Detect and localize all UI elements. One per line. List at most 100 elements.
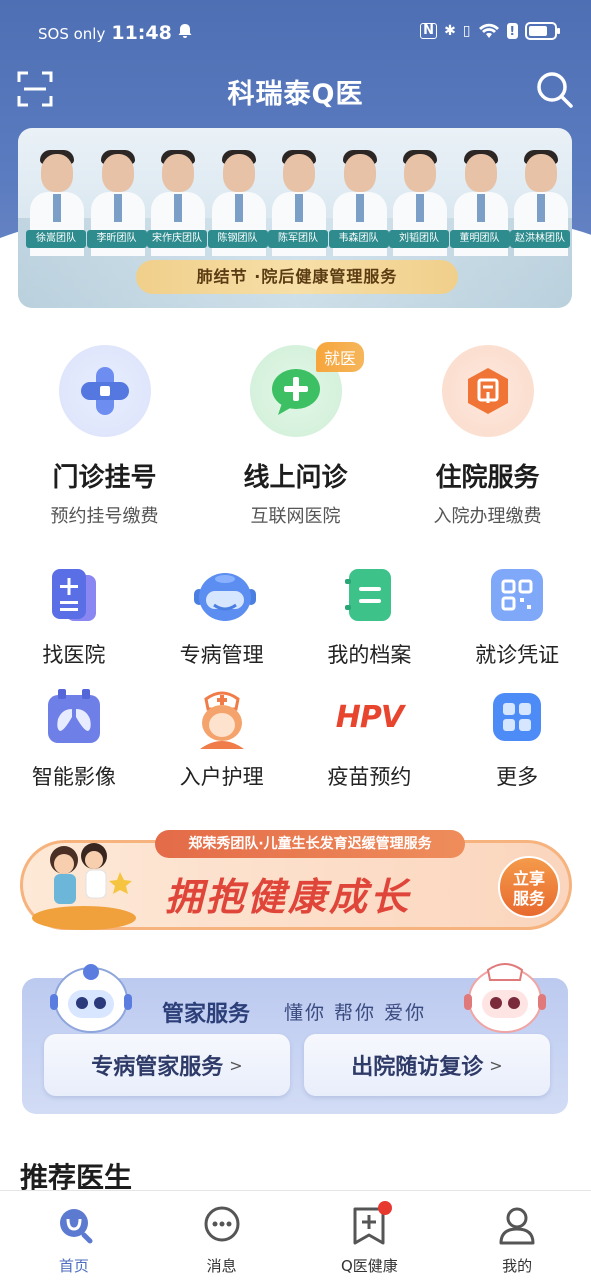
- promo-button-line1: 立享: [512, 869, 545, 888]
- promo-enjoy-button[interactable]: 立享 服务: [498, 856, 560, 918]
- grid-item-my-archive[interactable]: 我的档案: [296, 565, 444, 687]
- service-title: 门诊挂号: [52, 463, 157, 493]
- nav-profile[interactable]: 我的: [443, 1191, 591, 1280]
- online-badge: 就医: [316, 342, 365, 372]
- doctor-figure: 董明团队: [449, 146, 510, 256]
- nav-q-health[interactable]: Q医健康: [296, 1191, 444, 1280]
- hpv-icon: HPV: [336, 687, 404, 747]
- nfc-icon: N: [420, 23, 438, 39]
- team-tag: 宋作庆团队: [147, 230, 207, 248]
- team-tag: 陈军团队: [268, 230, 328, 248]
- service-title: 线上问诊: [243, 463, 348, 493]
- alert-icon: !: [506, 23, 518, 39]
- cross-icon: [58, 345, 151, 437]
- hero-banner[interactable]: 徐嵩团队 李昕团队 宋作庆团队 陈钢团队 陈军团队 韦森团队 刘韬团队 董明团队 赵洪林团队 肺…: [18, 128, 572, 308]
- service-subtitle: 预约挂号缴费: [50, 506, 159, 527]
- service-title: 住院服务: [435, 463, 540, 493]
- discharge-followup-button[interactable]: 出院随访复诊 >: [304, 1034, 550, 1096]
- search-icon[interactable]: [535, 70, 575, 110]
- promo-button-line2: 服务: [512, 889, 545, 908]
- hospital-doc-icon: [441, 345, 534, 437]
- nurse-icon: [192, 687, 252, 749]
- service-online-consultation[interactable]: 线上问诊 互联网医院: [197, 345, 394, 528]
- service-inpatient[interactable]: 住院服务 入院办理缴费: [389, 345, 586, 528]
- doctor-figure: 徐嵩团队: [26, 146, 86, 256]
- battery-icon: [525, 22, 560, 40]
- grid-label: 智能影像: [31, 765, 116, 789]
- doctor-figure: 陈军团队: [268, 146, 328, 256]
- home-stethoscope-icon: [59, 1209, 93, 1244]
- robot-headset-icon: [192, 565, 256, 625]
- doctor-figure: 韦森团队: [328, 146, 389, 256]
- nav-messages[interactable]: 消息: [148, 1191, 296, 1280]
- doctor-team-row: 徐嵩团队 李昕团队 宋作庆团队 陈钢团队 陈军团队 韦森团队 刘韬团队 董明团队 赵洪林团队: [26, 146, 570, 256]
- promo-topbar: 郑荣秀团队·儿童生长发育迟缓管理服务: [155, 830, 465, 858]
- kids-illustration: [32, 843, 136, 930]
- button-label: 专病管家服务: [91, 1055, 224, 1080]
- nav-label: Q医健康: [340, 1257, 398, 1275]
- app-title: 科瑞泰Q医: [227, 79, 364, 110]
- doctor-figure: 赵洪林团队: [510, 146, 570, 256]
- bottom-nav: 首页 消息 Q医健康 我的: [0, 1190, 591, 1280]
- banner-pill: 肺结节 ·院后健康管理服务: [136, 260, 458, 294]
- grid-item-smart-imaging[interactable]: 智能影像: [0, 687, 148, 809]
- status-bar: SOS only 11:48 N ✱ ▯ !: [0, 0, 591, 64]
- service-grid: 找医院 专病管理 我的档案 就诊凭证 智能影像 入户护理 HPV 疫苗预约 更多: [0, 565, 591, 809]
- disease-steward-button[interactable]: 专病管家服务 >: [44, 1034, 290, 1096]
- grid-label: 更多: [496, 765, 539, 789]
- promo-banner[interactable]: 郑荣秀团队·儿童生长发育迟缓管理服务 拥抱健康成长 立享 服务: [20, 826, 572, 932]
- nav-label: 我的: [502, 1257, 533, 1275]
- chevron-right-icon: >: [489, 1055, 503, 1075]
- bell-icon: [178, 24, 192, 38]
- team-tag: 李昕团队: [86, 230, 147, 248]
- doctor-figure: 宋作庆团队: [147, 146, 207, 256]
- team-tag: 陈钢团队: [207, 230, 268, 248]
- chevron-right-icon: >: [229, 1055, 243, 1075]
- team-tag: 刘韬团队: [389, 230, 449, 248]
- robot-mascot-blue: [50, 964, 132, 1033]
- button-label: 出院随访复诊: [351, 1055, 484, 1080]
- robot-mascot-pink: [464, 963, 546, 1033]
- service-outpatient-registration[interactable]: 门诊挂号 预约挂号缴费: [6, 345, 203, 528]
- app-header: 科瑞泰Q医: [0, 64, 591, 116]
- grid-item-visit-voucher[interactable]: 就诊凭证: [443, 565, 591, 687]
- grid-item-more[interactable]: 更多: [443, 687, 591, 809]
- grid-item-vaccine-booking[interactable]: HPV 疫苗预约: [296, 687, 444, 809]
- profile-icon: [499, 1207, 535, 1245]
- grid-label: 我的档案: [327, 643, 412, 667]
- hospital-list-icon: [44, 565, 104, 625]
- grid-label: 专病管理: [179, 643, 264, 667]
- doctor-figure: 李昕团队: [86, 146, 147, 256]
- hpv-text: HPV: [335, 699, 404, 735]
- grid-label: 疫苗预约: [327, 765, 412, 789]
- vibrate-icon: ▯: [462, 23, 471, 39]
- doctor-figure: 陈钢团队: [207, 146, 268, 256]
- qr-card-icon: [487, 565, 547, 625]
- wifi-icon: [478, 23, 499, 38]
- message-icon: [204, 1206, 240, 1242]
- grid-label: 入户护理: [179, 765, 264, 789]
- lungs-icon: [44, 687, 104, 747]
- steward-title: 管家服务: [162, 1002, 251, 1027]
- doctor-figure: 刘韬团队: [389, 146, 449, 256]
- grid-more-icon: [487, 687, 547, 747]
- steward-slogan: 懂你 帮你 爱你: [284, 1002, 427, 1024]
- team-tag: 韦森团队: [328, 230, 389, 248]
- grid-item-home-nursing[interactable]: 入户护理: [148, 687, 296, 809]
- nav-home[interactable]: 首页: [0, 1191, 148, 1280]
- grid-label: 就诊凭证: [475, 643, 560, 667]
- nav-label: 首页: [58, 1257, 89, 1275]
- team-tag: 徐嵩团队: [26, 230, 86, 248]
- steward-service-card: 管家服务 懂你 帮你 爱你 专病管家服务 > 出院随访复诊 >: [22, 963, 568, 1114]
- service-subtitle: 入院办理缴费: [433, 506, 542, 527]
- clock: 11:48: [111, 22, 172, 44]
- notification-dot: [377, 1201, 392, 1215]
- grid-item-find-hospital[interactable]: 找医院: [0, 565, 148, 687]
- service-subtitle: 互联网医院: [250, 506, 341, 527]
- carrier-label: SOS only: [38, 25, 106, 43]
- primary-services: 门诊挂号 预约挂号缴费 线上问诊 互联网医院 住院服务 入院办理缴费: [0, 345, 591, 535]
- bluetooth-icon: ✱: [444, 23, 456, 39]
- nav-label: 消息: [206, 1257, 237, 1275]
- promo-slogan: 拥抱健康成长: [165, 875, 412, 919]
- grid-item-disease-management[interactable]: 专病管理: [148, 565, 296, 687]
